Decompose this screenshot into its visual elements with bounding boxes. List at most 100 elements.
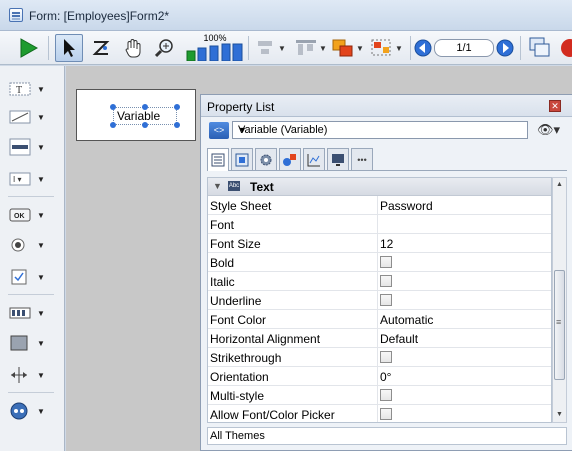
- property-label: Italic: [210, 275, 235, 289]
- property-tabs: •••: [207, 147, 567, 171]
- distribute-icon: [296, 40, 317, 55]
- property-row[interactable]: Italic: [208, 272, 551, 291]
- progress-tool[interactable]: ▼: [9, 302, 53, 324]
- italic-checkbox[interactable]: [380, 275, 392, 287]
- property-value[interactable]: 0°: [380, 370, 391, 384]
- property-value[interactable]: 12: [380, 237, 393, 251]
- property-row[interactable]: Orientation 0°: [208, 367, 551, 386]
- tab-text[interactable]: [327, 148, 349, 170]
- selection-handle[interactable]: [174, 104, 180, 110]
- object-navigation-icon[interactable]: <>: [209, 122, 229, 139]
- hand-tool-button[interactable]: [120, 34, 146, 62]
- zoom-level-control[interactable]: 100%: [184, 33, 246, 62]
- button-tool[interactable]: OK ▼: [9, 204, 53, 226]
- eye-icon[interactable]: 👁▾: [537, 122, 560, 138]
- property-label: Horizontal Alignment: [210, 332, 321, 346]
- property-value[interactable]: Password: [380, 199, 433, 213]
- field-icon: [9, 138, 31, 156]
- property-value[interactable]: Default: [380, 332, 418, 346]
- radio-tool[interactable]: ▼: [9, 234, 53, 256]
- property-grid: ▼ Abc Text Style Sheet Password Font Fon…: [207, 177, 552, 423]
- previous-page-icon[interactable]: [414, 39, 432, 57]
- field-tool[interactable]: ▼: [9, 136, 53, 158]
- bold-checkbox[interactable]: [380, 256, 392, 268]
- strikethrough-checkbox[interactable]: [380, 351, 392, 363]
- variable-tool[interactable]: I ▾ ▼: [9, 168, 53, 190]
- property-label: Font Size: [210, 237, 261, 251]
- property-label: Font: [210, 218, 235, 232]
- property-row[interactable]: Style Sheet Password: [208, 196, 551, 215]
- scroll-up-icon[interactable]: ▲: [553, 178, 566, 192]
- multi-style-checkbox[interactable]: [380, 389, 392, 401]
- tab-objects[interactable]: [231, 148, 253, 170]
- property-row[interactable]: Font Size 12: [208, 234, 551, 253]
- property-label: Orientation: [210, 370, 269, 384]
- section-header-text[interactable]: ▼ Abc Text: [208, 178, 551, 196]
- tab-more[interactable]: •••: [351, 148, 373, 170]
- property-row[interactable]: Underline: [208, 291, 551, 310]
- svg-text:OK: OK: [14, 213, 25, 220]
- zoom-tool-button[interactable]: [152, 34, 178, 62]
- tab-events[interactable]: [255, 148, 277, 170]
- property-row[interactable]: Bold: [208, 253, 551, 272]
- object-selector-dropdown[interactable]: Variable (Variable) ▼: [232, 121, 528, 139]
- text-field-icon: T: [9, 82, 31, 96]
- plugin-tool[interactable]: ▼: [9, 400, 53, 422]
- selection-handle[interactable]: [174, 122, 180, 128]
- selection-handle[interactable]: [142, 122, 148, 128]
- selection-handle[interactable]: [142, 104, 148, 110]
- zoom-bars-icon: [186, 43, 243, 61]
- view-windows-button[interactable]: [526, 34, 554, 62]
- next-page-icon[interactable]: [496, 39, 514, 57]
- line-tool[interactable]: ▼: [9, 106, 53, 128]
- distribute-button[interactable]: ▼: [292, 34, 330, 62]
- group-button[interactable]: ▼: [368, 34, 406, 62]
- property-scrollbar[interactable]: ▲ ▼: [552, 177, 567, 423]
- close-icon[interactable]: ✕: [549, 100, 561, 112]
- more-icon: •••: [357, 154, 367, 165]
- level-button[interactable]: ▼: [330, 34, 366, 62]
- checkbox-icon: [11, 269, 27, 285]
- underline-checkbox[interactable]: [380, 294, 392, 306]
- stop-button[interactable]: [560, 34, 572, 62]
- property-value[interactable]: Automatic: [380, 313, 433, 327]
- scroll-down-icon[interactable]: ▼: [553, 408, 566, 422]
- tab-display[interactable]: [303, 148, 325, 170]
- theme-selector[interactable]: All Themes: [207, 427, 567, 445]
- property-row[interactable]: Font: [208, 215, 551, 234]
- property-list-header[interactable]: Property List ✕: [201, 95, 572, 117]
- checkbox-tool[interactable]: ▼: [9, 266, 53, 288]
- tab-appearance[interactable]: [279, 148, 301, 170]
- radio-button-icon: [11, 238, 25, 252]
- group-icon: [371, 39, 391, 56]
- variable-label: Variable: [117, 109, 161, 123]
- property-row[interactable]: Allow Font/Color Picker: [208, 405, 551, 422]
- entry-order-button[interactable]: [88, 34, 114, 62]
- property-row[interactable]: Multi-style: [208, 386, 551, 405]
- property-row[interactable]: Font Color Automatic: [208, 310, 551, 329]
- splitter-tool[interactable]: ▼: [9, 364, 53, 386]
- ok-button-icon: OK: [9, 208, 31, 222]
- play-icon: [20, 38, 38, 58]
- text-tool[interactable]: T ▼: [9, 78, 53, 100]
- window-title: Form: [Employees]Form2*: [29, 9, 170, 23]
- property-label: Font Color: [210, 313, 267, 327]
- arrow-tool-button[interactable]: [55, 34, 83, 62]
- tab-list-view[interactable]: [207, 148, 229, 171]
- property-row[interactable]: Strikethrough: [208, 348, 551, 367]
- chart-icon: [307, 153, 320, 166]
- selection-handle[interactable]: [110, 122, 116, 128]
- property-row[interactable]: Horizontal Alignment Default: [208, 329, 551, 348]
- property-label: Underline: [210, 294, 262, 308]
- selection-handle[interactable]: [110, 104, 116, 110]
- input-variable-icon: I ▾: [9, 172, 31, 186]
- allow-picker-checkbox[interactable]: [380, 408, 392, 420]
- scroll-thumb[interactable]: [554, 270, 565, 380]
- run-button[interactable]: [14, 34, 42, 62]
- alignment-button[interactable]: ▼: [252, 34, 290, 62]
- rectangle-tool[interactable]: ▼: [9, 332, 53, 354]
- text-section-icon: Abc: [228, 181, 240, 191]
- page-navigator[interactable]: 1/1: [414, 34, 514, 62]
- collapse-triangle-icon[interactable]: ▼: [213, 181, 222, 191]
- entry-order-icon: [92, 41, 110, 55]
